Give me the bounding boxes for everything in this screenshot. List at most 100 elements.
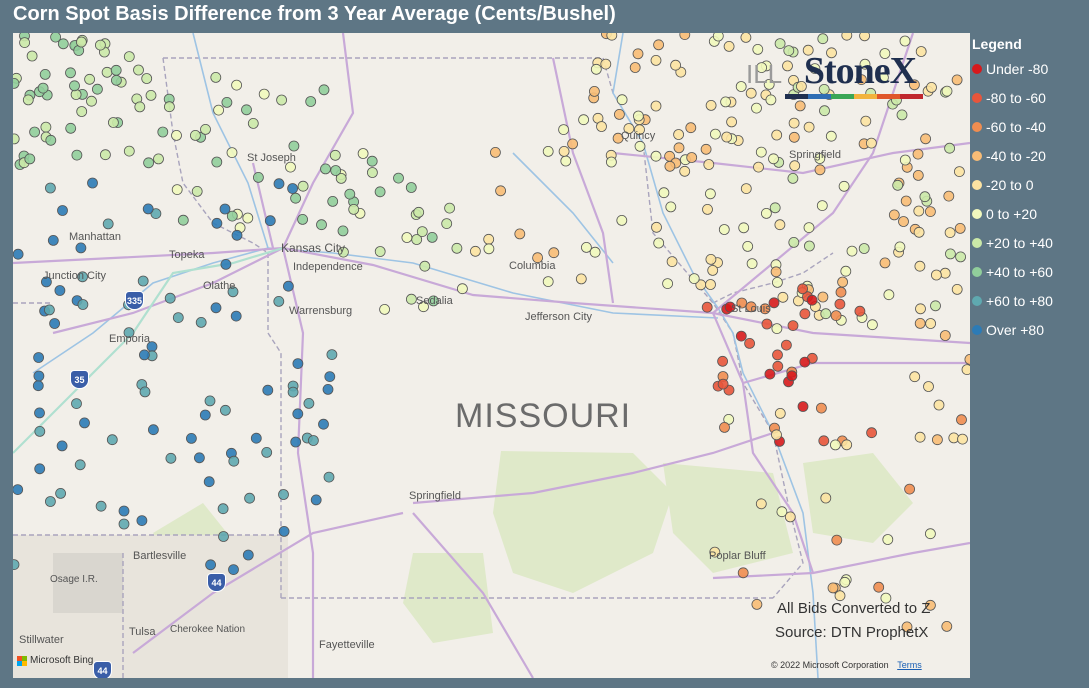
- elevator-bid-marker[interactable]: [955, 251, 966, 263]
- elevator-bid-marker[interactable]: [723, 40, 735, 52]
- elevator-bid-marker[interactable]: [495, 185, 507, 197]
- legend-item[interactable]: -20 to 0: [972, 170, 1084, 199]
- legend-item[interactable]: -60 to -40: [972, 112, 1084, 141]
- elevator-bid-marker[interactable]: [816, 402, 827, 414]
- elevator-bid-marker[interactable]: [720, 96, 731, 108]
- elevator-bid-marker[interactable]: [171, 130, 182, 141]
- elevator-bid-marker[interactable]: [945, 248, 956, 260]
- elevator-bid-marker[interactable]: [904, 483, 915, 495]
- elevator-bid-marker[interactable]: [827, 582, 839, 594]
- elevator-bid-marker[interactable]: [772, 276, 783, 288]
- elevator-bid-marker[interactable]: [252, 171, 264, 183]
- elevator-bid-marker[interactable]: [189, 130, 201, 141]
- elevator-bid-marker[interactable]: [13, 248, 24, 260]
- elevator-bid-marker[interactable]: [264, 215, 276, 227]
- elevator-bid-marker[interactable]: [658, 187, 670, 199]
- elevator-bid-marker[interactable]: [157, 126, 169, 138]
- elevator-bid-marker[interactable]: [614, 109, 625, 120]
- elevator-bid-marker[interactable]: [320, 163, 331, 175]
- elevator-bid-marker[interactable]: [241, 104, 252, 116]
- elevator-bid-marker[interactable]: [318, 84, 330, 96]
- elevator-bid-marker[interactable]: [290, 436, 302, 448]
- elevator-bid-marker[interactable]: [205, 559, 217, 571]
- elevator-bid-marker[interactable]: [670, 59, 681, 71]
- elevator-bid-marker[interactable]: [324, 371, 336, 383]
- elevator-bid-marker[interactable]: [701, 301, 713, 313]
- elevator-bid-marker[interactable]: [37, 82, 49, 94]
- elevator-bid-marker[interactable]: [788, 131, 800, 143]
- elevator-bid-marker[interactable]: [774, 219, 786, 231]
- elevator-bid-marker[interactable]: [34, 425, 46, 437]
- elevator-bid-marker[interactable]: [943, 190, 955, 202]
- elevator-bid-marker[interactable]: [712, 33, 724, 42]
- elevator-bid-marker[interactable]: [288, 140, 300, 152]
- elevator-bid-marker[interactable]: [24, 153, 36, 165]
- elevator-bid-marker[interactable]: [817, 33, 829, 45]
- elevator-bid-marker[interactable]: [797, 283, 808, 295]
- elevator-bid-marker[interactable]: [788, 117, 800, 129]
- elevator-bid-marker[interactable]: [65, 122, 77, 134]
- elevator-bid-marker[interactable]: [123, 145, 135, 157]
- elevator-bid-marker[interactable]: [740, 33, 752, 43]
- elevator-bid-marker[interactable]: [221, 97, 233, 108]
- elevator-bid-marker[interactable]: [923, 381, 934, 392]
- elevator-bid-marker[interactable]: [786, 370, 798, 382]
- elevator-bid-marker[interactable]: [211, 217, 223, 229]
- elevator-bid-marker[interactable]: [679, 33, 691, 40]
- elevator-bid-marker[interactable]: [912, 169, 924, 181]
- elevator-bid-marker[interactable]: [703, 159, 715, 170]
- elevator-bid-marker[interactable]: [226, 147, 238, 158]
- elevator-bid-marker[interactable]: [957, 433, 968, 445]
- elevator-bid-marker[interactable]: [774, 38, 786, 50]
- elevator-bid-marker[interactable]: [39, 69, 51, 80]
- elevator-bid-marker[interactable]: [913, 226, 925, 238]
- elevator-bid-marker[interactable]: [799, 356, 811, 368]
- elevator-bid-marker[interactable]: [665, 201, 677, 213]
- elevator-bid-marker[interactable]: [912, 148, 924, 160]
- elevator-bid-marker[interactable]: [961, 364, 970, 375]
- elevator-bid-marker[interactable]: [772, 349, 783, 361]
- elevator-bid-marker[interactable]: [357, 148, 369, 159]
- elevator-bid-marker[interactable]: [292, 408, 304, 420]
- elevator-bid-marker[interactable]: [87, 177, 98, 189]
- elevator-bid-marker[interactable]: [705, 279, 716, 290]
- elevator-bid-marker[interactable]: [163, 101, 175, 113]
- elevator-bid-marker[interactable]: [835, 286, 847, 298]
- elevator-bid-marker[interactable]: [204, 395, 216, 407]
- elevator-bid-marker[interactable]: [717, 355, 728, 367]
- elevator-bid-marker[interactable]: [951, 74, 963, 86]
- elevator-bid-marker[interactable]: [662, 278, 673, 290]
- elevator-bid-marker[interactable]: [819, 105, 830, 117]
- elevator-bid-marker[interactable]: [49, 318, 60, 329]
- elevator-bid-marker[interactable]: [22, 94, 34, 106]
- elevator-bid-marker[interactable]: [137, 275, 149, 287]
- elevator-bid-marker[interactable]: [92, 83, 103, 95]
- elevator-bid-marker[interactable]: [606, 156, 617, 168]
- elevator-bid-marker[interactable]: [846, 245, 858, 257]
- elevator-bid-marker[interactable]: [542, 146, 554, 157]
- elevator-bid-marker[interactable]: [673, 142, 685, 154]
- elevator-bid-marker[interactable]: [575, 273, 587, 285]
- elevator-bid-marker[interactable]: [13, 78, 20, 89]
- elevator-bid-marker[interactable]: [755, 146, 767, 158]
- elevator-bid-marker[interactable]: [685, 122, 697, 134]
- elevator-bid-marker[interactable]: [69, 80, 80, 92]
- elevator-bid-marker[interactable]: [899, 154, 911, 166]
- elevator-bid-marker[interactable]: [366, 167, 378, 178]
- elevator-bid-marker[interactable]: [379, 303, 391, 315]
- elevator-bid-marker[interactable]: [882, 534, 894, 545]
- elevator-bid-marker[interactable]: [939, 267, 951, 279]
- elevator-bid-marker[interactable]: [323, 471, 335, 483]
- elevator-bid-marker[interactable]: [297, 180, 309, 192]
- elevator-bid-marker[interactable]: [282, 280, 294, 292]
- elevator-bid-marker[interactable]: [211, 156, 223, 168]
- elevator-bid-marker[interactable]: [326, 349, 338, 361]
- elevator-bid-marker[interactable]: [318, 418, 329, 430]
- elevator-bid-marker[interactable]: [111, 74, 122, 86]
- elevator-bid-marker[interactable]: [76, 36, 87, 48]
- elevator-bid-marker[interactable]: [777, 291, 789, 303]
- elevator-bid-marker[interactable]: [218, 531, 229, 542]
- elevator-bid-marker[interactable]: [71, 398, 82, 410]
- elevator-bid-marker[interactable]: [405, 182, 417, 193]
- elevator-bid-marker[interactable]: [653, 39, 664, 51]
